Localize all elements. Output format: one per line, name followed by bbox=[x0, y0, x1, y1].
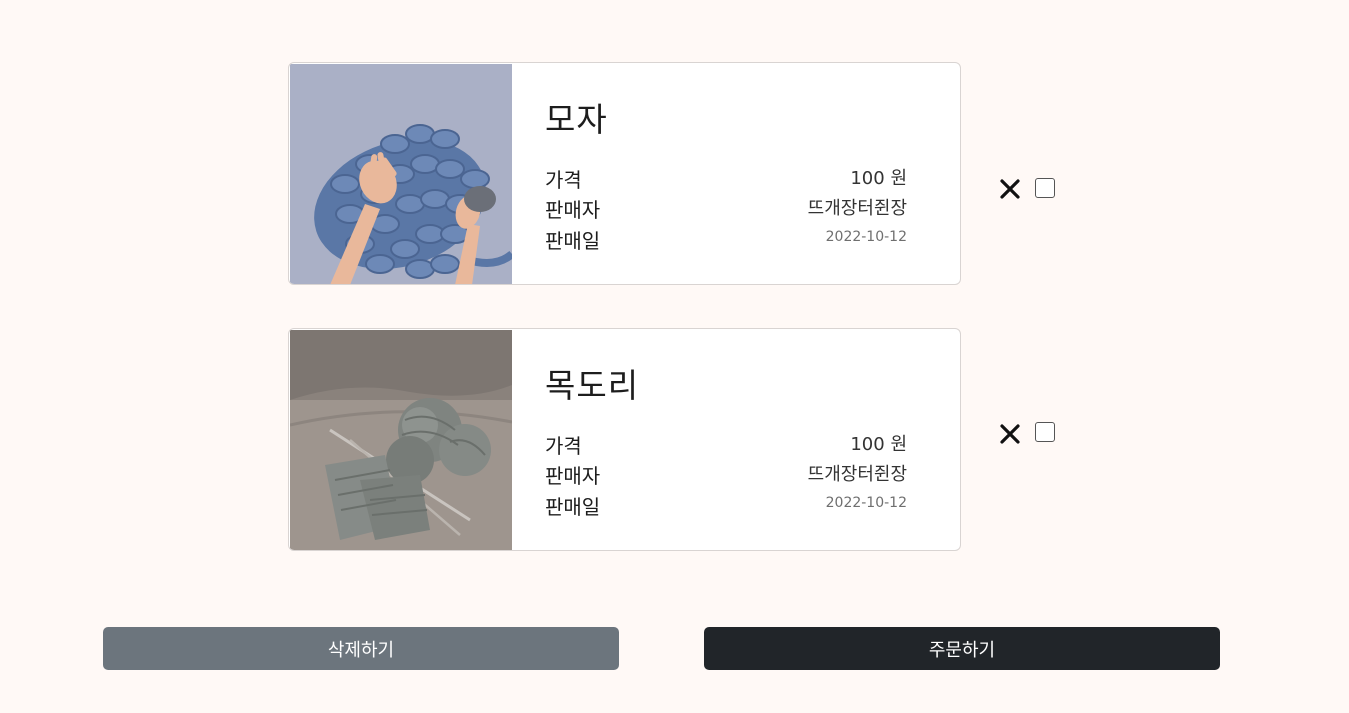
yarn-balls-photo-icon bbox=[290, 330, 512, 550]
cart-item-card: 모자 가격 100 원 판매자 뜨개장터쥔장 판매일 2022-10-12 bbox=[288, 62, 961, 285]
date-row: 판매일 2022-10-12 bbox=[545, 225, 907, 253]
seller-label: 판매자 bbox=[545, 464, 601, 488]
remove-item-close-icon[interactable] bbox=[999, 178, 1021, 200]
date-label: 판매일 bbox=[545, 495, 601, 519]
seller-value: 뜨개장터쥔장 bbox=[807, 198, 907, 219]
select-item-checkbox[interactable] bbox=[1035, 178, 1055, 198]
cart-item-card: 목도리 가격 100 원 판매자 뜨개장터쥔장 판매일 2022-10-12 bbox=[288, 328, 961, 551]
knit-blanket-photo-icon bbox=[290, 64, 512, 284]
price-value: 100 원 bbox=[850, 434, 907, 455]
product-name: 모자 bbox=[545, 100, 608, 139]
price-value: 100 원 bbox=[850, 168, 907, 189]
date-label: 판매일 bbox=[545, 229, 601, 253]
seller-value: 뜨개장터쥔장 bbox=[807, 464, 907, 485]
price-label: 가격 bbox=[545, 434, 582, 458]
price-row: 가격 100 원 bbox=[545, 430, 907, 458]
product-image bbox=[290, 64, 512, 284]
product-name: 목도리 bbox=[545, 366, 640, 405]
order-button[interactable]: 주문하기 bbox=[704, 627, 1220, 670]
remove-item-close-icon[interactable] bbox=[999, 423, 1021, 445]
price-label: 가격 bbox=[545, 168, 582, 192]
seller-row: 판매자 뜨개장터쥔장 bbox=[545, 194, 907, 222]
price-row: 가격 100 원 bbox=[545, 164, 907, 192]
date-value: 2022-10-12 bbox=[825, 495, 907, 511]
delete-button[interactable]: 삭제하기 bbox=[103, 627, 619, 670]
date-value: 2022-10-12 bbox=[825, 229, 907, 245]
seller-row: 판매자 뜨개장터쥔장 bbox=[545, 460, 907, 488]
date-row: 판매일 2022-10-12 bbox=[545, 491, 907, 519]
seller-label: 판매자 bbox=[545, 198, 601, 222]
cart-page: 모자 가격 100 원 판매자 뜨개장터쥔장 판매일 2022-10-12 목도… bbox=[0, 0, 1349, 713]
select-item-checkbox[interactable] bbox=[1035, 422, 1055, 442]
product-image bbox=[290, 330, 512, 550]
